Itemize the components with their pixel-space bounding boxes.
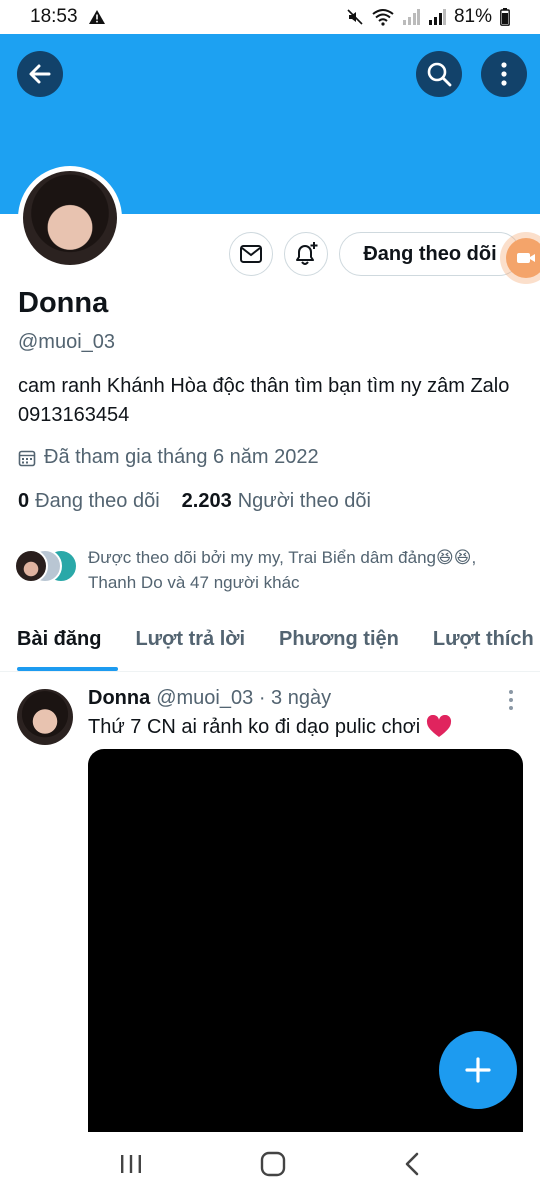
status-time: 18:53 [30, 6, 78, 27]
warning-icon [88, 9, 106, 25]
following-link[interactable]: 0 Đang theo dõi [18, 490, 160, 513]
floating-camera-button[interactable] [506, 238, 540, 278]
nav-back-button[interactable] [402, 1150, 422, 1183]
profile-handle: @muoi_03 [18, 331, 116, 353]
status-bar: 18:53 81% [0, 0, 540, 34]
compose-button[interactable] [439, 1031, 517, 1109]
tab-posts[interactable]: Bài đăng [0, 614, 119, 671]
mute-icon [346, 8, 364, 26]
post-header: Donna @muoi_03 · 3 ngày [88, 687, 331, 710]
back-button[interactable] [17, 51, 63, 97]
mutual-avatars [14, 549, 80, 585]
following-button[interactable]: Đang theo dõi [339, 232, 521, 276]
notifications-button[interactable] [284, 232, 328, 276]
profile-tabs: Bài đăng Lượt trả lời Phương tiện Lượt t… [0, 614, 540, 672]
profile-name: Donna [18, 287, 109, 319]
more-vert-icon [509, 690, 513, 710]
mutual-avatar [14, 549, 48, 583]
nav-back-icon [406, 1152, 419, 1175]
joined-date: Đã tham gia tháng 6 năm 2022 [18, 446, 319, 469]
search-icon [427, 62, 452, 87]
following-label: Đang theo dõi [35, 490, 160, 512]
tab-likes[interactable]: Lượt thích [416, 614, 540, 671]
battery-percent: 81% [453, 6, 492, 27]
tab-replies[interactable]: Lượt trả lời [118, 614, 262, 671]
avatar-photo [23, 171, 117, 265]
back-arrow-icon [29, 64, 51, 84]
tab-replies-label: Lượt trả lời [135, 628, 246, 650]
wifi-icon [372, 8, 394, 26]
calendar-icon [18, 450, 36, 466]
recents-button[interactable] [118, 1152, 144, 1181]
follow-counts: 0 Đang theo dõi 2.203 Người theo dõi [18, 490, 371, 513]
post-author: Donna [88, 687, 151, 709]
bell-plus-icon [296, 242, 318, 265]
followers-label: Người theo dõi [237, 490, 371, 512]
profile-bio: cam ranh Khánh Hòa độc thân tìm bạn tìm … [18, 375, 510, 426]
followed-by-text: Được theo dõi bởi my my, Trai Biển dâm đ… [88, 548, 477, 592]
battery-icon [500, 8, 510, 26]
following-count: 0 [18, 490, 30, 512]
post-body: Thứ 7 CN ai rảnh ko đi dạo pulic chơi [88, 715, 421, 738]
post-handle: @muoi_03 [156, 687, 254, 709]
recents-icon [120, 1154, 141, 1173]
post-text: Thứ 7 CN ai rảnh ko đi dạo pulic chơi [88, 715, 452, 739]
tab-posts-label: Bài đăng [17, 628, 102, 650]
post-more-button[interactable] [502, 688, 520, 712]
tab-media[interactable]: Phương tiện [262, 614, 416, 671]
post-avatar[interactable] [17, 689, 73, 745]
mail-icon [240, 245, 262, 263]
signal-icon [402, 9, 420, 25]
post-time: · 3 ngày [258, 687, 332, 709]
profile-avatar[interactable] [18, 166, 122, 270]
home-button[interactable] [259, 1150, 287, 1183]
tab-media-label: Phương tiện [279, 628, 399, 650]
camera-icon [517, 253, 535, 263]
followers-count: 2.203 [181, 490, 232, 512]
signal-icon-2 [428, 9, 446, 25]
active-tab-indicator [17, 667, 119, 671]
followers-link[interactable]: 2.203 Người theo dõi [182, 490, 371, 513]
joined-text: Đã tham gia tháng 6 năm 2022 [44, 446, 319, 468]
search-button[interactable] [416, 51, 462, 97]
heart-emoji-icon [427, 715, 452, 737]
followers-you-know[interactable]: Được theo dõi bởi my my, Trai Biển dâm đ… [14, 545, 518, 595]
plus-icon [465, 1057, 491, 1083]
more-options-button[interactable] [481, 51, 527, 97]
home-icon [260, 1151, 286, 1176]
system-nav-bar [0, 1132, 540, 1200]
message-button[interactable] [229, 232, 273, 276]
tab-likes-label: Lượt thích [432, 628, 534, 650]
more-vert-icon [501, 62, 507, 86]
